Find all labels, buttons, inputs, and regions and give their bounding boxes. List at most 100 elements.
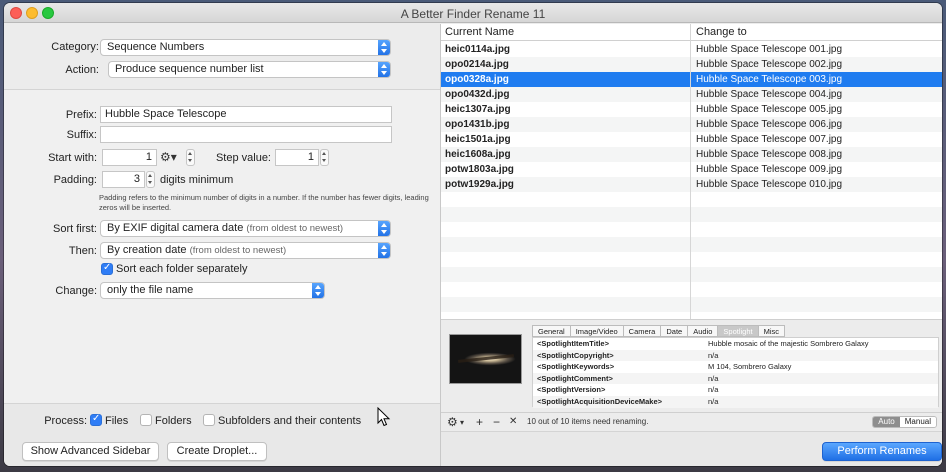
current-name-cell: potw1803a.jpg [445,164,514,175]
step-value-stepper[interactable] [320,149,329,166]
table-row[interactable]: heic0114a.jpg Hubble Space Telescope 001.… [441,42,942,57]
then-value: By creation date [107,244,187,256]
change-value: only the file name [107,284,194,296]
process-label: Process: [44,415,87,427]
table-row[interactable]: opo1431b.jpg Hubble Space Telescope 006.j… [441,117,942,132]
tab-date[interactable]: Date [661,325,689,337]
table-row[interactable]: potw1803a.jpg Hubble Space Telescope 009.… [441,162,942,177]
clear-icon[interactable]: ✕ [509,416,517,427]
prefix-field[interactable]: Hubble Space Telescope [100,106,392,123]
file-rows: heic0114a.jpg Hubble Space Telescope 001.… [441,42,942,312]
table-row[interactable]: potw1929a.jpg Hubble Space Telescope 010.… [441,177,942,192]
popup-arrows-icon [378,221,390,236]
mode-manual[interactable]: Manual [899,417,936,427]
change-popup[interactable]: only the file name [100,282,325,299]
then-order: (from oldest to newest) [189,245,287,256]
change-to-cell: Hubble Space Telescope 002.jpg [696,59,843,70]
chevron-down-icon[interactable]: ▾ [460,418,464,427]
step-value-field[interactable]: 1 [275,149,319,166]
mode-auto[interactable]: Auto [873,417,900,427]
padding-unit-label: digits minimum [160,174,234,186]
change-to-cell: Hubble Space Telescope 008.jpg [696,149,843,160]
create-droplet-button[interactable]: Create Droplet... [167,442,267,461]
sort-folder-checkbox[interactable] [101,262,113,275]
add-icon[interactable]: + [476,415,483,429]
current-name-cell: opo0214a.jpg [445,59,509,70]
then-label: Then: [68,245,97,257]
title-bar: A Better Finder Rename 11 [4,3,942,23]
metadata-value: n/a [708,350,719,360]
category-popup[interactable]: Sequence Numbers [100,39,391,56]
tab-audio[interactable]: Audio [688,325,719,337]
sort-first-popup[interactable]: By EXIF digital camera date (from oldest… [100,220,391,237]
metadata-key: <SpotlightVersion> [537,385,606,395]
start-with-label: Start with: [48,152,97,164]
current-name-cell: heic1608a.jpg [445,149,511,160]
table-row[interactable]: opo0328a.jpg Hubble Space Telescope 003.j… [441,72,942,87]
perform-renames-button[interactable]: Perform Renames [822,442,942,461]
gear-icon[interactable]: ⚙ [447,415,458,429]
metadata-key: <SpotlightKeywords> [537,362,615,372]
process-folders-checkbox[interactable] [140,414,152,426]
process-files-checkbox[interactable] [90,413,102,426]
tab-general[interactable]: General [532,325,571,337]
popup-arrows-icon [378,243,390,258]
table-row[interactable]: heic1307a.jpg Hubble Space Telescope 005.… [441,102,942,117]
suffix-field[interactable] [100,126,392,143]
popup-arrows-icon [378,40,390,55]
table-row[interactable]: opo0432d.jpg Hubble Space Telescope 004.j… [441,87,942,102]
column-current-name[interactable]: Current Name [445,26,514,38]
table-row[interactable]: heic1608a.jpg Hubble Space Telescope 008.… [441,147,942,162]
change-label: Change: [55,285,97,297]
process-subfolders-label: Subfolders and their contents [218,415,362,427]
column-divider [690,24,691,319]
change-to-cell: Hubble Space Telescope 004.jpg [696,89,843,100]
empty-row [441,207,942,222]
action-popup[interactable]: Produce sequence number list [108,61,391,78]
table-row[interactable]: heic1501a.jpg Hubble Space Telescope 007.… [441,132,942,147]
process-subfolders-checkbox[interactable] [203,414,215,426]
then-popup[interactable]: By creation date (from oldest to newest) [100,242,391,259]
sort-first-value: By EXIF digital camera date [107,222,244,234]
remove-icon[interactable]: − [493,415,500,429]
start-with-field[interactable]: 1 [102,149,157,166]
metadata-value: Hubble mosaic of the majestic Sombrero G… [708,339,869,348]
padding-note: Padding refers to the minimum number of … [99,193,429,212]
metadata-value: M 104, Sombrero Galaxy [708,362,792,372]
popup-arrows-icon [312,283,324,298]
preview-tabs: General Image/Video Camera Date Audio Spotlig… [532,325,785,337]
current-name-cell: potw1929a.jpg [445,179,514,190]
change-to-cell: Hubble Space Telescope 010.jpg [696,179,843,190]
category-label: Category: [51,41,99,53]
start-with-stepper[interactable] [186,149,195,166]
empty-row [441,192,942,207]
table-row[interactable]: opo0214a.jpg Hubble Space Telescope 002.j… [441,57,942,72]
empty-row [441,297,942,312]
current-name-cell: heic1307a.jpg [445,104,511,115]
sort-first-order: (from oldest to newest) [246,223,344,234]
tab-spotlight[interactable]: Spotlight [718,325,759,337]
metadata-key: <SpotlightItemTitle> [537,339,609,348]
padding-field[interactable]: 3 [102,171,145,188]
padding-stepper[interactable] [146,171,155,188]
sort-first-label: Sort first: [52,223,97,235]
table-header: Current Name Change to [441,24,942,41]
metadata-value: n/a [708,385,719,395]
show-advanced-sidebar-button[interactable]: Show Advanced Sidebar [22,442,159,461]
metadata-row: <SpotlightCopyright> n/a [533,349,938,362]
rename-status-text: 10 out of 10 items need renaming. [527,417,649,426]
app-window: A Better Finder Rename 11 Category: Sequ… [4,3,942,466]
current-name-cell: opo0432d.jpg [445,89,510,100]
mode-segmented-control[interactable]: Auto Manual [872,416,937,428]
padding-label: Padding: [53,174,97,186]
step-value-label: Step value: [215,152,271,164]
empty-row [441,237,942,252]
change-to-cell: Hubble Space Telescope 003.jpg [696,74,843,85]
tab-camera[interactable]: Camera [623,325,662,337]
tab-misc[interactable]: Misc [758,325,785,337]
tab-image-video[interactable]: Image/Video [570,325,624,337]
metadata-value: n/a [708,396,719,406]
column-change-to[interactable]: Change to [696,26,747,38]
change-to-cell: Hubble Space Telescope 007.jpg [696,134,843,145]
start-options-gear-icon[interactable]: ⚙▾ [160,149,177,165]
